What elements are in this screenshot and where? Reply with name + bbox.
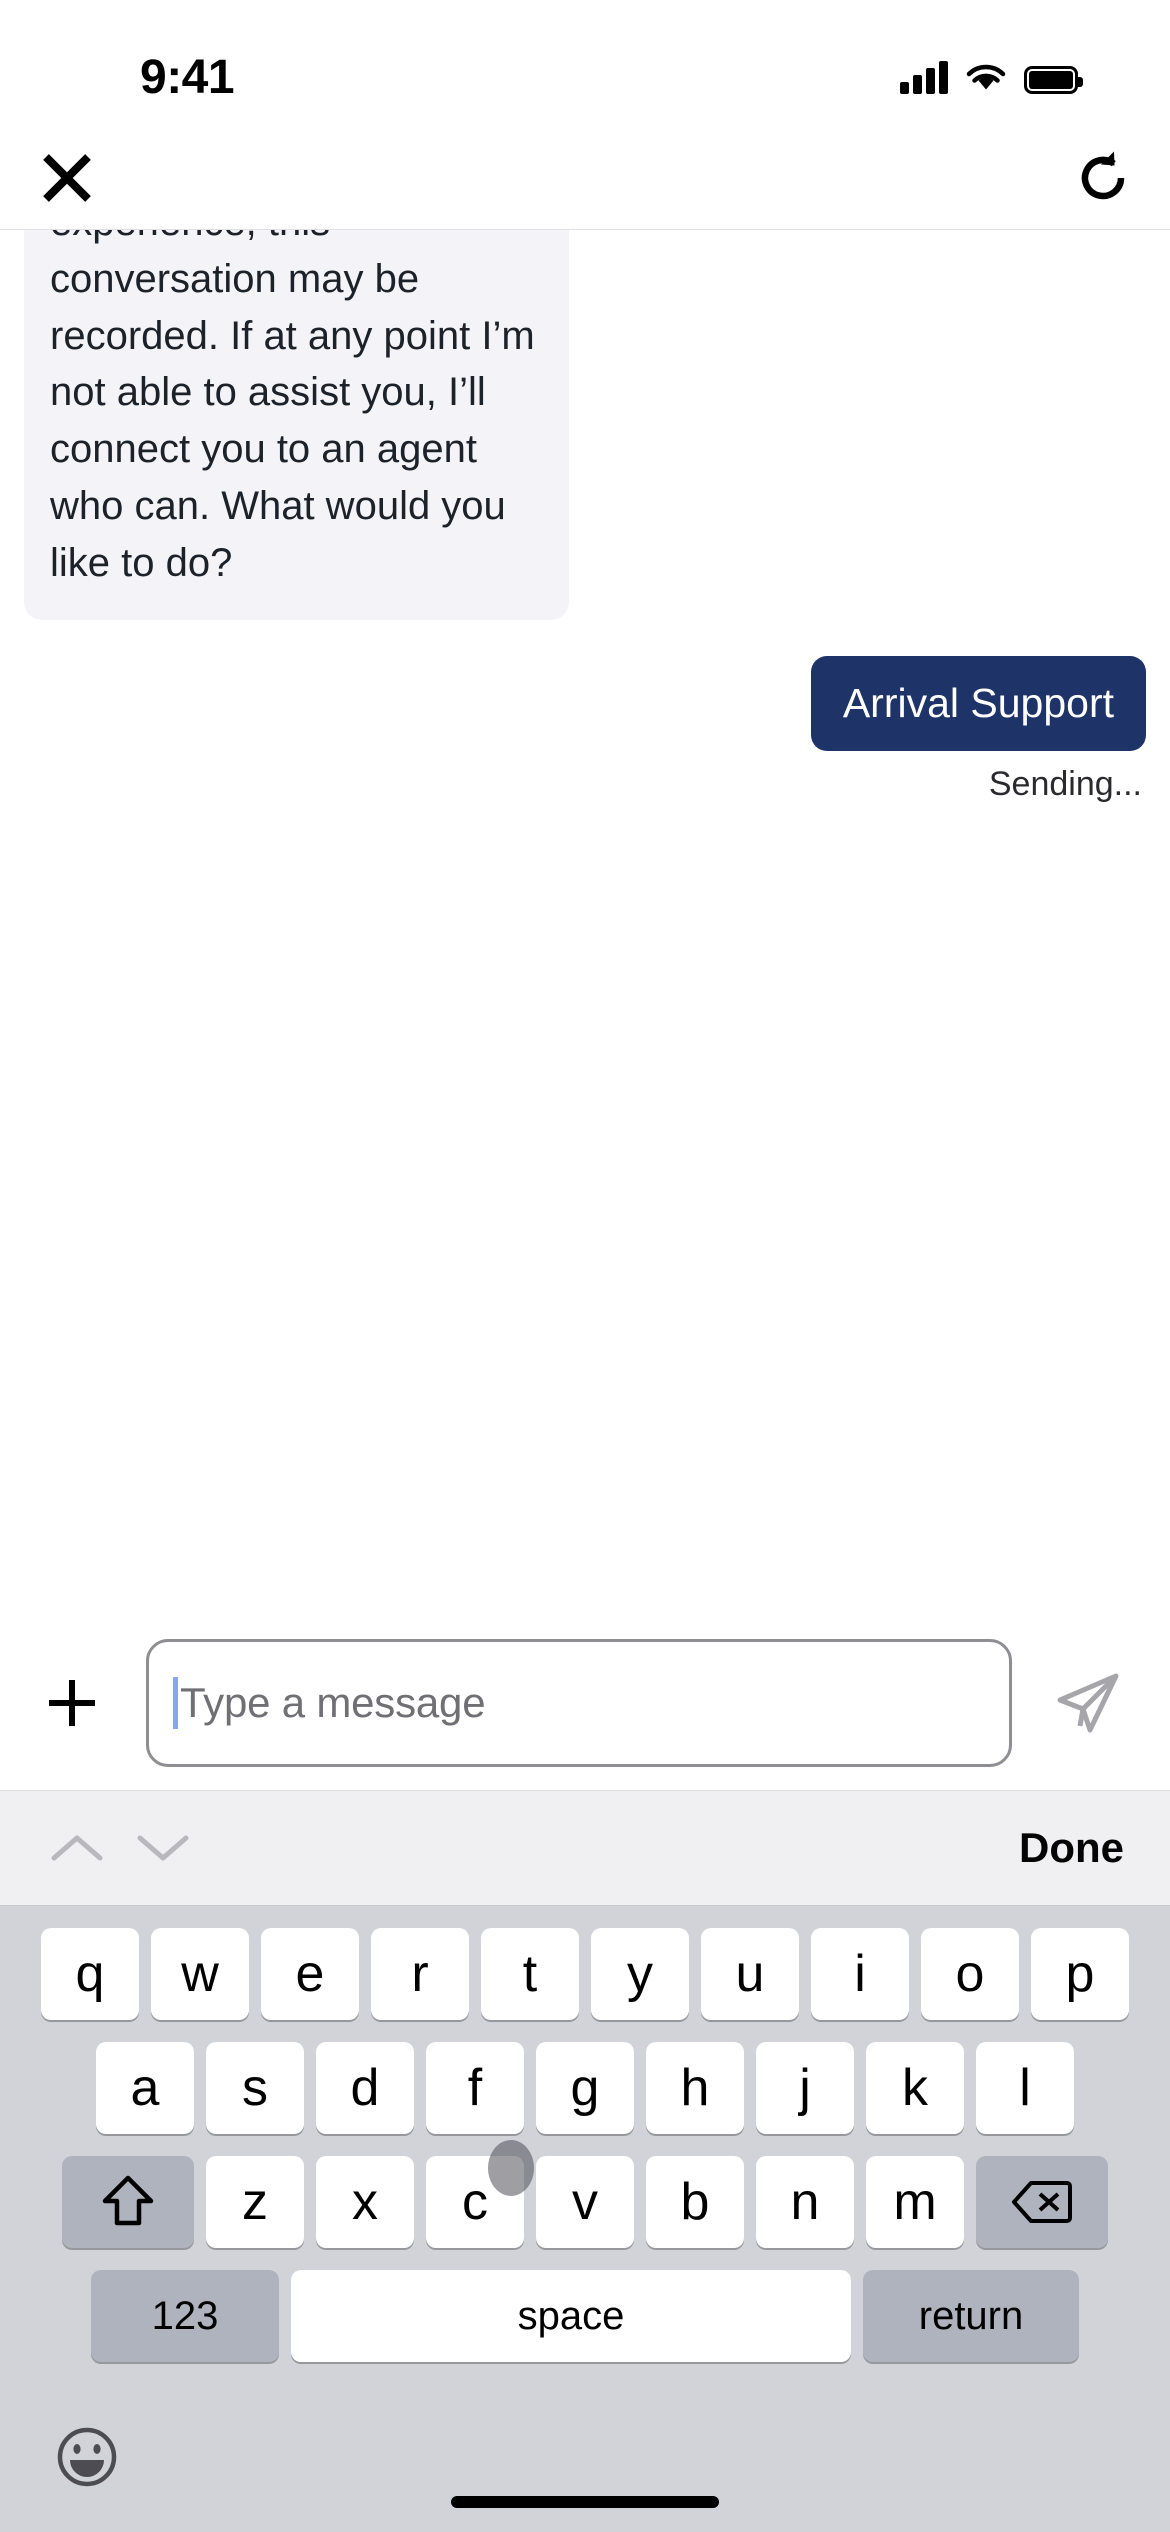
text-caret	[173, 1677, 178, 1729]
refresh-icon	[1081, 151, 1125, 200]
bot-message-bubble: experience, this conversation may be rec…	[24, 230, 569, 620]
home-indicator-bar	[451, 2496, 719, 2508]
key-u[interactable]: u	[701, 1928, 799, 2020]
send-paper-plane-icon	[1057, 1673, 1119, 1733]
shift-arrow-icon	[102, 2175, 154, 2226]
message-input-placeholder: Type a message	[180, 1679, 486, 1726]
wifi-icon	[966, 64, 1006, 90]
message-status-label: Sending...	[988, 764, 1142, 803]
key-h[interactable]: h	[646, 2042, 744, 2134]
backspace-key[interactable]	[976, 2156, 1108, 2248]
numbers-key[interactable]: 123	[91, 2270, 279, 2362]
user-message-bubble: Arrival Support	[810, 655, 1146, 751]
add-attachment-button[interactable]	[26, 1657, 118, 1749]
key-b[interactable]: b	[646, 2156, 744, 2248]
key-j[interactable]: j	[756, 2042, 854, 2134]
keyboard-row-4: 123 space return	[0, 2270, 1170, 2362]
key-t[interactable]: t	[481, 1928, 579, 2020]
key-z[interactable]: z	[206, 2156, 304, 2248]
battery-full-icon	[1024, 66, 1083, 94]
key-i[interactable]: i	[811, 1928, 909, 2020]
shift-key[interactable]	[62, 2156, 194, 2248]
key-f[interactable]: f	[426, 2042, 524, 2134]
refresh-button[interactable]	[1060, 135, 1146, 221]
key-n[interactable]: n	[756, 2156, 854, 2248]
key-o[interactable]: o	[921, 1928, 1019, 2020]
keyboard-bottom-row	[0, 2382, 1170, 2532]
key-x[interactable]: x	[316, 2156, 414, 2248]
phone-screen: 9:41 conversation may be recorded. If at…	[0, 0, 1170, 2532]
key-c[interactable]: c	[426, 2156, 524, 2248]
previous-field-button[interactable]	[34, 1805, 120, 1891]
next-field-button[interactable]	[120, 1805, 206, 1891]
keyboard-accessory-bar: Done	[0, 1791, 1170, 1906]
send-button[interactable]	[1034, 1648, 1144, 1758]
key-p[interactable]: p	[1031, 1928, 1129, 2020]
emoji-key[interactable]	[44, 2414, 130, 2500]
key-v[interactable]: v	[536, 2156, 634, 2248]
backspace-delete-icon	[1012, 2181, 1072, 2223]
bot-message-row: experience, this conversation may be rec…	[24, 230, 1146, 620]
message-input-bar: Type a message	[0, 1616, 1170, 1791]
key-k[interactable]: k	[866, 2042, 964, 2134]
chevron-down-icon	[137, 1835, 189, 1861]
plus-icon	[49, 1680, 95, 1726]
key-s[interactable]: s	[206, 2042, 304, 2134]
user-message-row: Arrival Support Sending...	[24, 620, 1146, 804]
chevron-up-icon	[51, 1835, 103, 1861]
key-e[interactable]: e	[261, 1928, 359, 2020]
key-m[interactable]: m	[866, 2156, 964, 2248]
status-bar-indicators	[900, 52, 1083, 94]
status-bar-time: 9:41	[140, 51, 235, 104]
key-w[interactable]: w	[151, 1928, 249, 2020]
key-q[interactable]: q	[41, 1928, 139, 2020]
key-a[interactable]: a	[96, 2042, 194, 2134]
close-x-icon	[43, 154, 91, 202]
on-screen-keyboard: q w e r t y u i o p a s d f g h j k l z …	[0, 1906, 1170, 2532]
space-key[interactable]: space	[291, 2270, 851, 2362]
key-d[interactable]: d	[316, 2042, 414, 2134]
keyboard-done-button[interactable]: Done	[1019, 1824, 1136, 1872]
cellular-bars-icon	[900, 60, 948, 94]
keyboard-row-1: q w e r t y u i o p	[0, 1928, 1170, 2020]
status-bar: 9:41	[0, 0, 1170, 125]
keyboard-row-2: a s d f g h j k l	[0, 2042, 1170, 2134]
key-l[interactable]: l	[976, 2042, 1074, 2134]
nav-bar	[0, 125, 1170, 230]
key-g[interactable]: g	[536, 2042, 634, 2134]
key-y[interactable]: y	[591, 1928, 689, 2020]
keyboard-row-3: z x c v b n m	[0, 2140, 1170, 2248]
message-input-field[interactable]: Type a message	[146, 1639, 1012, 1767]
close-button[interactable]	[24, 135, 110, 221]
emoji-smiley-icon	[57, 2427, 117, 2487]
chat-message-list[interactable]: experience, this conversation may be rec…	[0, 230, 1170, 1616]
key-r[interactable]: r	[371, 1928, 469, 2020]
return-key[interactable]: return	[863, 2270, 1079, 2362]
